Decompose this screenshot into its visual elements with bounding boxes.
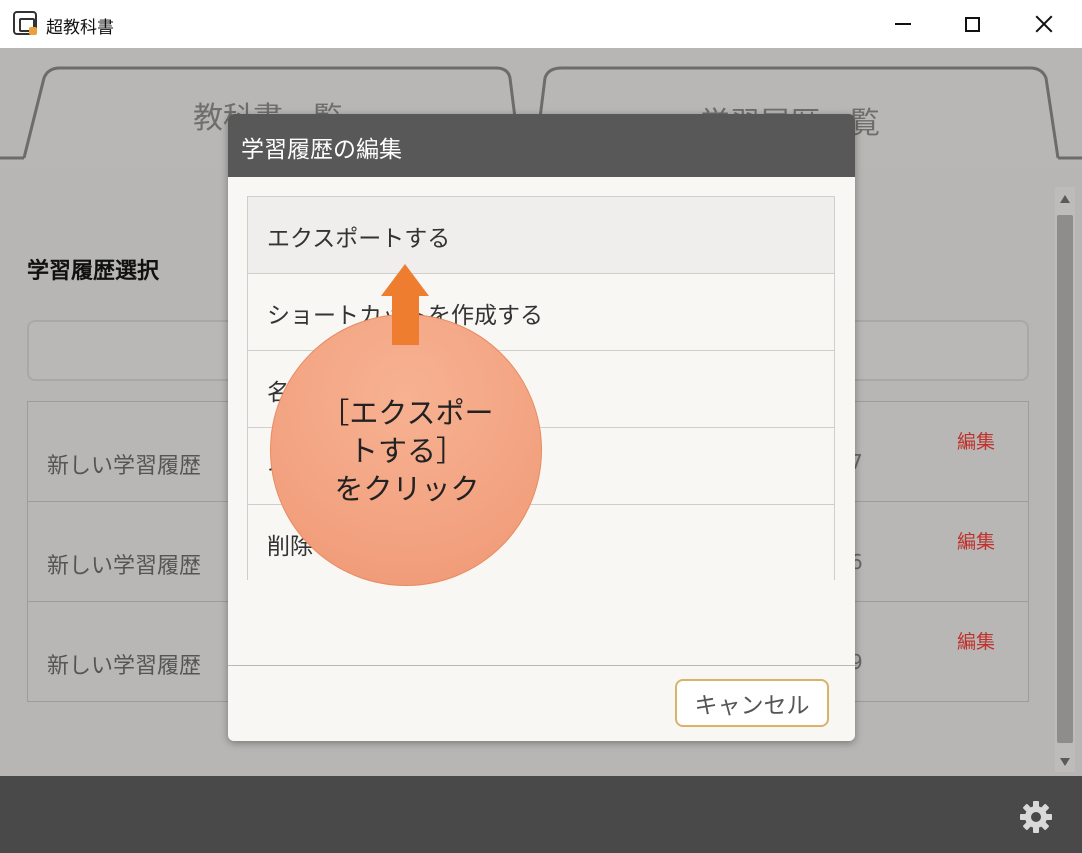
section-title: 学習履歴選択 [27,259,160,284]
cancel-button[interactable]: キャンセル [675,679,829,727]
title-bar: 超教科書 [0,0,1082,48]
edit-link[interactable]: 編集 [957,627,995,654]
dialog-header: 学習履歴の編集 [228,114,855,177]
menu-item-export[interactable]: エクスポートする [248,197,834,274]
gear-icon[interactable] [1019,800,1053,834]
app-logo-icon [13,11,37,35]
footer-bar [0,776,1082,853]
dialog-title: 学習履歴の編集 [241,137,402,163]
close-button[interactable] [1021,6,1067,42]
close-icon [1035,15,1053,33]
history-name: 新しい学習履歴 [47,554,202,579]
maximize-icon [964,16,980,32]
edit-link[interactable]: 編集 [957,527,995,554]
vertical-scrollbar[interactable] [1055,187,1075,772]
history-name: 新しい学習履歴 [47,654,202,679]
menu-item-label: エクスポートする [267,226,451,252]
scroll-down-icon[interactable] [1060,758,1070,766]
dialog-divider [228,665,855,666]
minimize-button[interactable] [880,6,926,42]
edit-link[interactable]: 編集 [957,427,995,454]
minimize-icon [895,23,911,25]
scroll-up-icon[interactable] [1060,195,1070,203]
pointer-arrow-icon [381,264,429,296]
history-name: 新しい学習履歴 [47,454,202,479]
callout-line-3: をクリック [334,472,480,506]
callout-line-2: トする］ [348,434,465,468]
scroll-thumb[interactable] [1057,215,1073,743]
maximize-button[interactable] [949,6,995,42]
instruction-callout: ［エクスポー トする］ をクリック [270,314,542,586]
callout-line-1: ［エクスポー [320,396,494,430]
pointer-arrow-shaft [392,294,419,345]
window-title: 超教科書 [46,18,114,38]
